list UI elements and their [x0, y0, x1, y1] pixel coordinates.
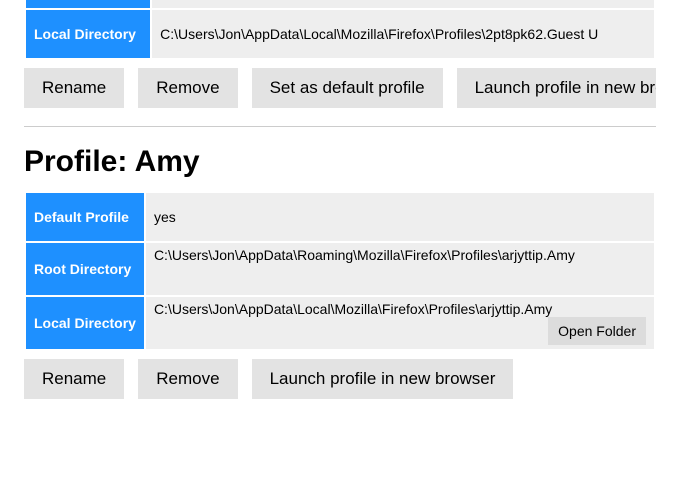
- section-divider: [24, 126, 656, 127]
- root-directory-value: C:\Users\Jon\AppData\Roaming\Mozilla\Fir…: [154, 247, 575, 263]
- root-directory-value: C:\Users\Jon\AppData\Roaming\Mozilla\Fir…: [152, 0, 654, 8]
- local-directory-value: C:\Users\Jon\AppData\Local\Mozilla\Firef…: [152, 10, 654, 58]
- default-profile-value: yes: [146, 193, 654, 241]
- remove-button[interactable]: Remove: [138, 68, 237, 108]
- default-profile-label: Default Profile: [26, 193, 144, 241]
- table-row: Root Directory C:\Users\Jon\AppData\Roam…: [26, 243, 654, 295]
- profile-table: Root Directory C:\Users\Jon\AppData\Roam…: [24, 0, 656, 60]
- profile-table: Default Profile yes Root Directory C:\Us…: [24, 191, 656, 351]
- rename-button[interactable]: Rename: [24, 68, 124, 108]
- remove-button[interactable]: Remove: [138, 359, 237, 399]
- profile-actions: Rename Remove Set as default profile Lau…: [24, 68, 656, 108]
- launch-new-browser-button[interactable]: Launch profile in new browser: [252, 359, 514, 399]
- launch-new-browser-button[interactable]: Launch profile in new browser: [457, 68, 656, 108]
- profile-heading: Profile: Amy: [24, 145, 656, 179]
- profile-heading-prefix: Profile:: [24, 145, 135, 178]
- set-default-button[interactable]: Set as default profile: [252, 68, 443, 108]
- local-directory-value: C:\Users\Jon\AppData\Local\Mozilla\Firef…: [154, 301, 552, 317]
- local-directory-label: Local Directory: [26, 297, 144, 349]
- table-row: Default Profile yes: [26, 193, 654, 241]
- root-directory-label: Root Directory: [26, 0, 150, 8]
- root-directory-label: Root Directory: [26, 243, 144, 295]
- profile-actions: Rename Remove Launch profile in new brow…: [24, 359, 656, 399]
- local-directory-label: Local Directory: [26, 10, 150, 58]
- table-row: Local Directory C:\Users\Jon\AppData\Loc…: [26, 297, 654, 349]
- open-folder-button[interactable]: Open Folder: [548, 317, 646, 345]
- rename-button[interactable]: Rename: [24, 359, 124, 399]
- table-row: Root Directory C:\Users\Jon\AppData\Roam…: [26, 0, 654, 8]
- profile-heading-name: Amy: [135, 145, 200, 178]
- table-row: Local Directory C:\Users\Jon\AppData\Loc…: [26, 10, 654, 58]
